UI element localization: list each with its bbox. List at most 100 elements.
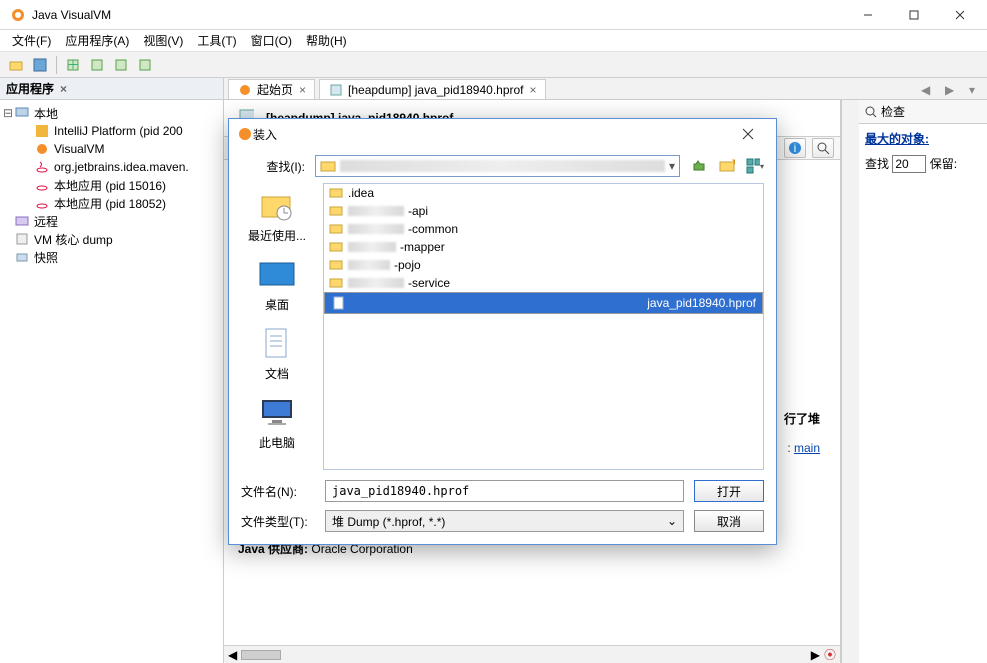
add-local-icon[interactable]: ＋: [63, 55, 83, 75]
menu-view[interactable]: 视图(V): [137, 30, 189, 51]
tree-node-snapshot[interactable]: 快照: [2, 248, 221, 266]
java-icon: [34, 177, 50, 193]
places-bar: 最近使用... 桌面 文档 此电脑: [241, 183, 313, 470]
main-thread-link[interactable]: main: [794, 441, 820, 455]
list-item-selected[interactable]: java_pid18940.hprof: [324, 292, 763, 314]
tab-label: 起始页: [257, 81, 293, 98]
vertical-scrollbar[interactable]: [841, 100, 859, 663]
list-item[interactable]: -service: [324, 274, 763, 292]
scroll-left-icon[interactable]: ◀: [228, 648, 237, 662]
tab-next-icon[interactable]: ▶: [945, 83, 961, 99]
file-list[interactable]: .idea -api -common -mapper -pojo -servic…: [323, 183, 764, 470]
scroll-right-icon[interactable]: ▶: [811, 648, 820, 662]
tree-node-local[interactable]: ⊟本地: [2, 104, 221, 122]
new-folder-icon[interactable]: ★: [718, 157, 736, 175]
open-icon[interactable]: [6, 55, 26, 75]
up-one-level-icon[interactable]: [690, 157, 708, 175]
place-thispc[interactable]: 此电脑: [241, 396, 313, 451]
filename-label: 文件名(N):: [241, 483, 315, 500]
main-toolbar: ＋: [0, 52, 987, 78]
java-icon: [34, 159, 50, 175]
list-item[interactable]: -mapper: [324, 238, 763, 256]
place-recent[interactable]: 最近使用...: [241, 189, 313, 244]
menu-window[interactable]: 窗口(O): [245, 30, 298, 51]
filename-input[interactable]: [325, 480, 684, 502]
tab-list-icon[interactable]: ▾: [969, 83, 985, 99]
open-button[interactable]: 打开: [694, 480, 764, 502]
tab-start[interactable]: 起始页 ×: [228, 79, 315, 99]
keep-label: 保留:: [930, 157, 957, 171]
tree-node-app[interactable]: 本地应用 (pid 18052): [2, 194, 221, 212]
applications-panel-header: 应用程序 ×: [0, 78, 223, 100]
inspect-panel: 检查 最大的对象: 查找 保留:: [859, 100, 987, 663]
filetype-select[interactable]: 堆 Dump (*.hprof, *.*) ⌄: [325, 510, 684, 532]
folder-icon: [328, 257, 344, 273]
count-input[interactable]: [892, 155, 926, 173]
applications-tree[interactable]: ⊟本地 IntelliJ Platform (pid 200 VisualVM …: [0, 100, 223, 270]
dialog-app-icon: [237, 126, 253, 142]
dialog-close-button[interactable]: [728, 120, 768, 148]
save-icon[interactable]: [30, 55, 50, 75]
desktop-icon: [257, 258, 297, 292]
dialog-titlebar[interactable]: 装入: [229, 119, 776, 149]
place-desktop[interactable]: 桌面: [241, 258, 313, 313]
lookin-combobox[interactable]: ▾: [315, 155, 680, 177]
place-label: 最近使用...: [248, 227, 306, 244]
add-remote-icon[interactable]: [87, 55, 107, 75]
tree-node-app[interactable]: VisualVM: [2, 140, 221, 158]
close-button[interactable]: [937, 0, 983, 30]
list-item[interactable]: .idea: [324, 184, 763, 202]
search-button[interactable]: [812, 138, 834, 158]
biggest-objects-label: 最大的对象:: [865, 130, 981, 147]
horizontal-scrollbar[interactable]: ◀ ▶ ⦿: [224, 645, 840, 663]
tree-node-remote[interactable]: 远程: [2, 212, 221, 230]
tree-node-vmcore[interactable]: VM 核心 dump: [2, 230, 221, 248]
chevron-down-icon[interactable]: ▾: [669, 159, 675, 173]
applications-panel-title: 应用程序: [6, 80, 54, 97]
app-icon: [10, 7, 26, 23]
applications-panel-close-icon[interactable]: ×: [60, 82, 67, 96]
menu-tools[interactable]: 工具(T): [191, 30, 242, 51]
tree-node-app[interactable]: org.jetbrains.idea.maven.: [2, 158, 221, 176]
list-item[interactable]: -pojo: [324, 256, 763, 274]
tree-node-app[interactable]: 本地应用 (pid 15016): [2, 176, 221, 194]
toolbar-separator: [56, 56, 57, 74]
view-menu-icon[interactable]: ▾: [746, 157, 764, 175]
menu-app[interactable]: 应用程序(A): [59, 30, 135, 51]
cancel-button[interactable]: 取消: [694, 510, 764, 532]
tab-heapdump[interactable]: [heapdump] java_pid18940.hprof ×: [319, 79, 546, 99]
folder-icon: [328, 275, 344, 291]
svg-text:＋: ＋: [67, 58, 79, 72]
blurred-text: [348, 278, 404, 288]
scroll-thumb[interactable]: [241, 650, 281, 660]
list-item[interactable]: -common: [324, 220, 763, 238]
folder-icon: [320, 159, 336, 173]
folder-icon: [328, 185, 344, 201]
place-label: 文档: [265, 365, 289, 382]
window-titlebar: Java VisualVM: [0, 0, 987, 30]
info-button[interactable]: i: [784, 138, 806, 158]
menu-help[interactable]: 帮助(H): [300, 30, 353, 51]
tab-close-icon[interactable]: ×: [530, 83, 537, 97]
add-dump-icon[interactable]: [135, 55, 155, 75]
java-icon: [34, 195, 50, 211]
list-item[interactable]: -api: [324, 202, 763, 220]
dump-icon: [14, 231, 30, 247]
computer-icon: [257, 396, 297, 430]
scroll-stop-icon[interactable]: ⦿: [824, 646, 836, 663]
minimize-button[interactable]: [845, 0, 891, 30]
tab-prev-icon[interactable]: ◀: [921, 83, 937, 99]
search-icon: [865, 106, 877, 118]
tree-node-app[interactable]: IntelliJ Platform (pid 200: [2, 122, 221, 140]
lookin-label: 查找(I):: [241, 158, 305, 175]
find-label: 查找: [865, 157, 889, 171]
place-documents[interactable]: 文档: [241, 327, 313, 382]
blurred-text: [348, 224, 404, 234]
host-icon: [14, 105, 30, 121]
folder-icon: [328, 239, 344, 255]
maximize-button[interactable]: [891, 0, 937, 30]
remote-icon: [14, 213, 30, 229]
tab-close-icon[interactable]: ×: [299, 83, 306, 97]
menu-file[interactable]: 文件(F): [6, 30, 57, 51]
add-jmx-icon[interactable]: [111, 55, 131, 75]
